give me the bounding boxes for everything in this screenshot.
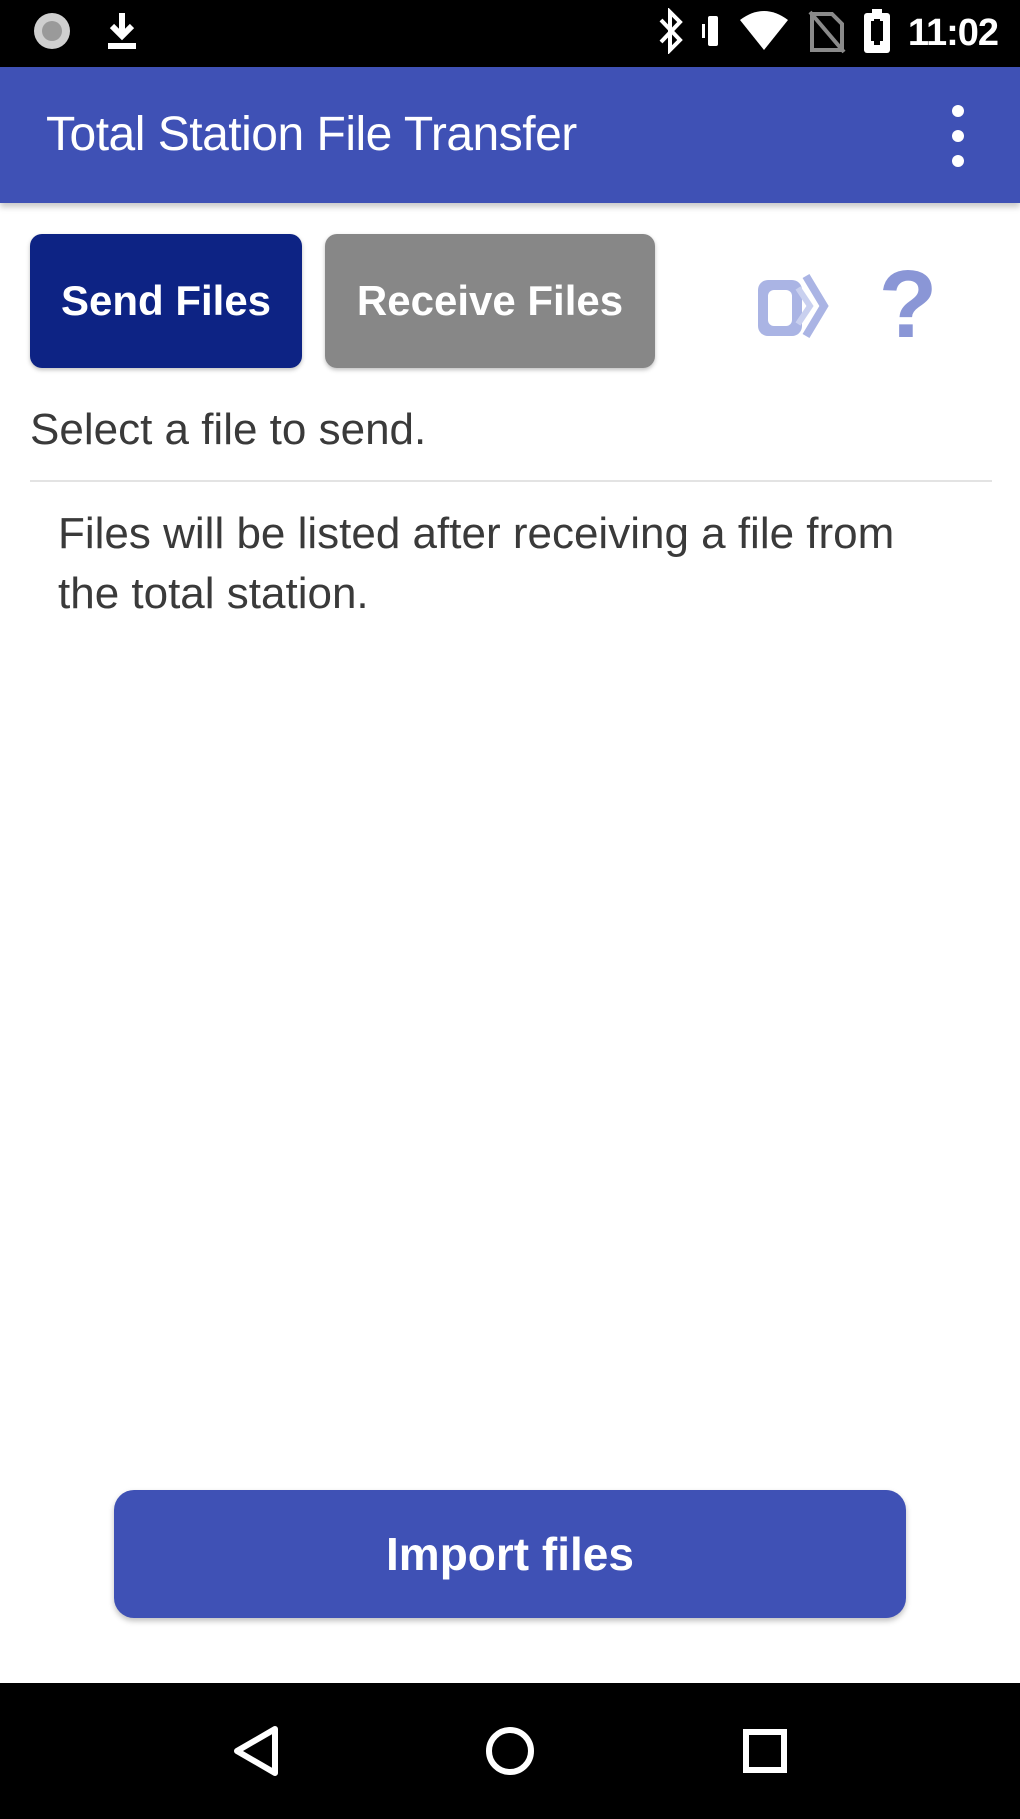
help-icon[interactable]: ? [868,255,948,355]
bluetooth-icon [656,7,686,58]
send-files-button[interactable]: Send Files [30,234,302,368]
notification-dot-icon [30,9,74,57]
vibrate-icon [701,8,722,58]
select-file-label: Select a file to send. [30,405,427,454]
download-icon [102,9,142,57]
battery-icon [862,7,892,59]
status-time: 11:02 [907,11,999,54]
screen: 11:02 Total Station File Transfer Send F… [0,0,1020,1819]
receive-files-button[interactable]: Receive Files [325,234,655,368]
navigation-bar [0,1683,1020,1819]
app-title: Total Station File Transfer [46,108,577,161]
empty-list-message: Files will be listed after receiving a f… [58,509,895,618]
status-right: 11:02 [656,7,999,59]
transfer-icon[interactable] [752,266,832,346]
overflow-dot [952,130,964,142]
app-bar: Total Station File Transfer [0,67,1020,203]
back-icon[interactable] [196,1683,316,1819]
status-left [30,10,142,56]
overflow-dot [952,155,964,167]
wifi-icon [738,8,790,58]
recents-icon[interactable] [705,1683,825,1819]
overflow-dot [952,105,964,117]
import-files-button[interactable]: Import files [114,1490,906,1618]
status-bar: 11:02 [0,0,1020,67]
more-vert-icon[interactable] [938,105,978,167]
home-icon[interactable] [450,1683,570,1819]
divider [30,480,992,482]
no-sim-icon [806,8,846,58]
